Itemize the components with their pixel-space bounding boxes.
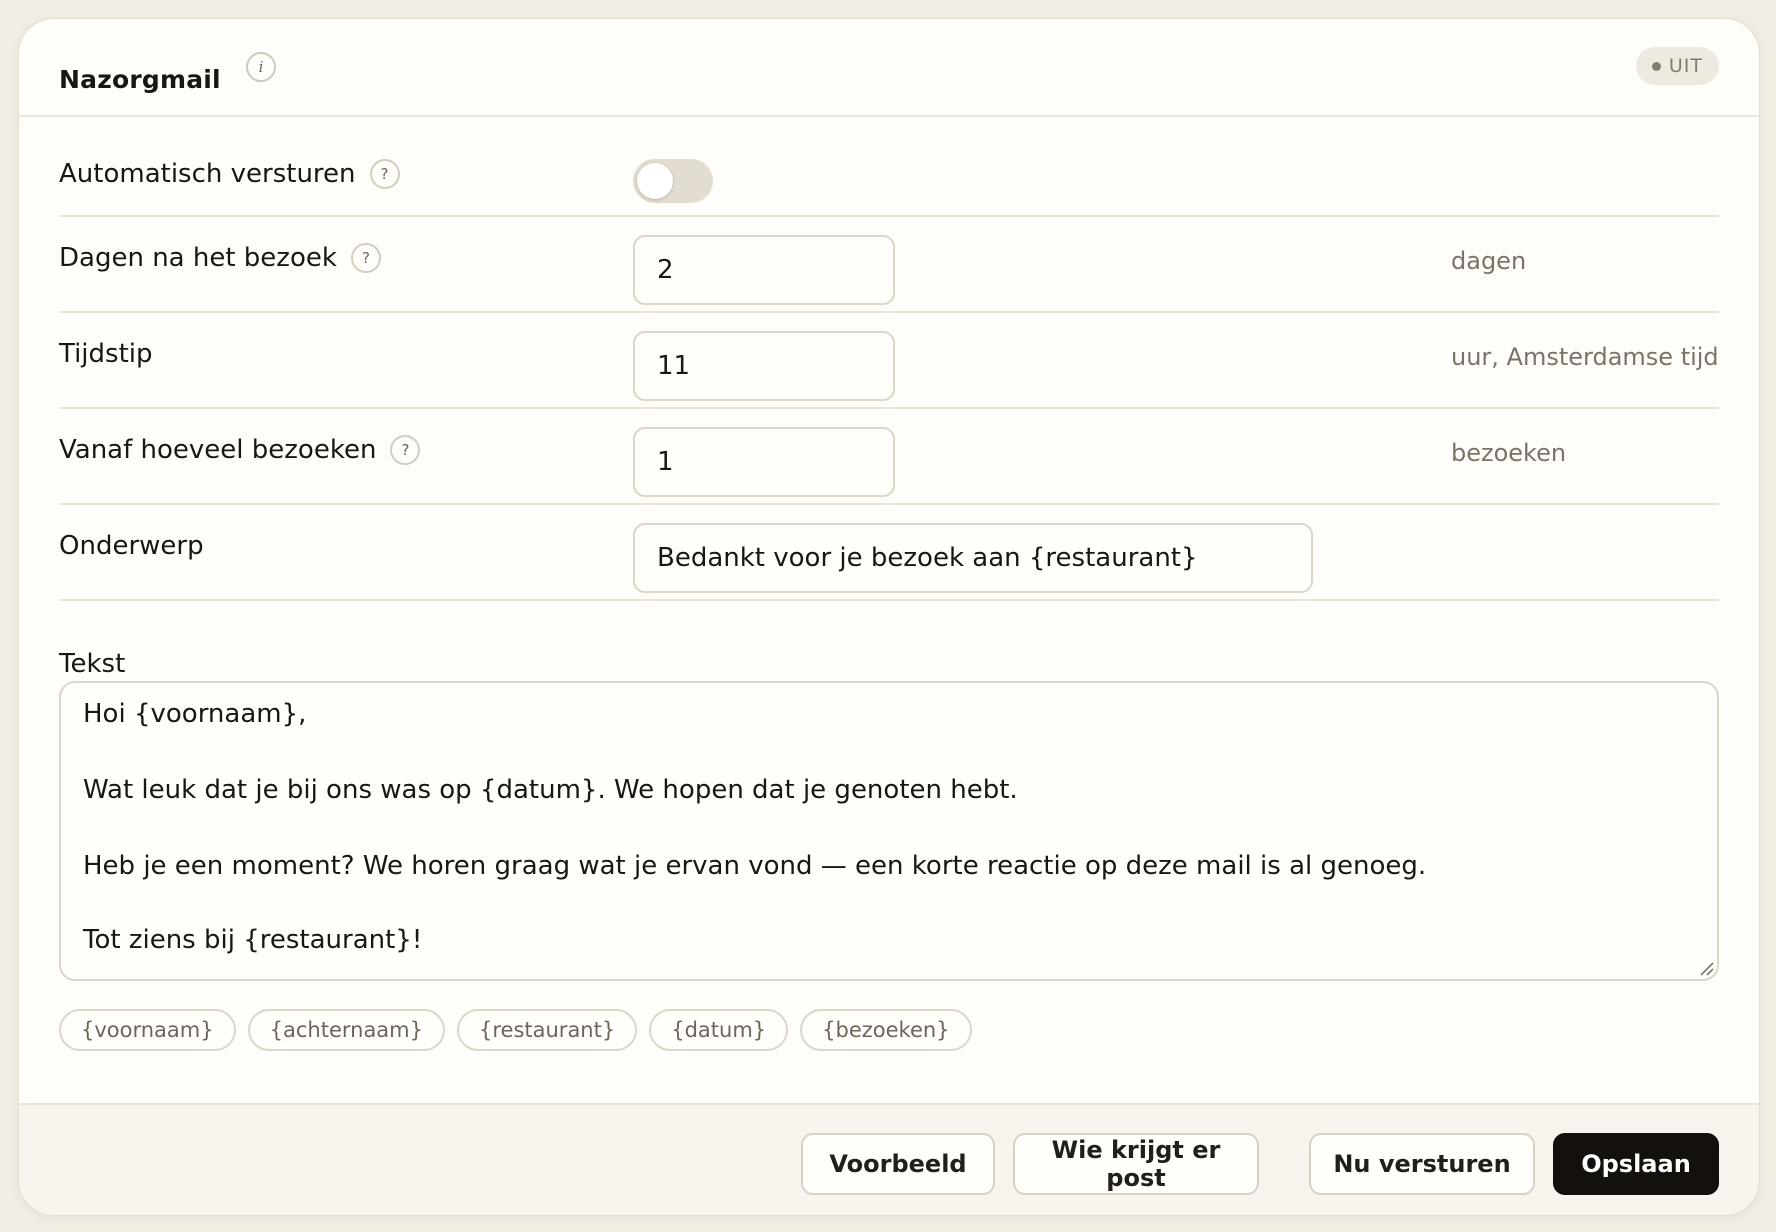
preview-button[interactable]: Voorbeeld	[801, 1133, 995, 1195]
toggle-knob	[637, 163, 673, 199]
time-label: Tijdstip	[59, 339, 153, 369]
min-visits-label-group: Vanaf hoeveel bezoeken ?	[59, 435, 421, 465]
resize-handle-icon[interactable]	[1699, 961, 1715, 977]
body-line-greeting: Hoi {voornaam},	[83, 699, 307, 729]
chip-bezoeken[interactable]: {bezoeken}	[800, 1009, 972, 1051]
info-icon[interactable]: i	[246, 52, 276, 82]
subject-label-group: Onderwerp	[59, 531, 204, 561]
card-header: Nazorgmail i UIT	[19, 19, 1759, 117]
body-line-feedback: Heb je een moment? We horen graag wat je…	[83, 851, 1427, 881]
body-text-label: Tekst	[59, 649, 126, 679]
chip-achternaam[interactable]: {achternaam}	[247, 1009, 445, 1051]
status-dot	[1651, 61, 1661, 71]
body-line-intro: Wat leuk dat je bij ons was op {datum}. …	[83, 775, 1018, 805]
time-input[interactable]: 11	[633, 331, 895, 401]
recipients-button[interactable]: Wie krijgt er post	[1013, 1133, 1259, 1195]
body-textarea[interactable]: Hoi {voornaam}, Wat leuk dat je bij ons …	[59, 681, 1719, 981]
body-line-closing: Tot ziens bij {restaurant}!	[83, 925, 423, 955]
status-badge: UIT	[1635, 47, 1719, 85]
min-visits-unit: bezoeken	[1451, 439, 1567, 467]
row-auto-send: Automatisch versturen ?	[59, 115, 1719, 217]
placeholder-chips: {voornaam} {achternaam} {restaurant} {da…	[59, 1009, 972, 1051]
card-footer: Voorbeeld Wie krijgt er post Nu versture…	[19, 1103, 1759, 1215]
send-now-button[interactable]: Nu versturen	[1309, 1133, 1535, 1195]
auto-send-label: Automatisch versturen	[59, 159, 356, 189]
subject-label: Onderwerp	[59, 531, 204, 561]
status-label: UIT	[1668, 55, 1703, 77]
auto-send-label-group: Automatisch versturen ?	[59, 159, 400, 189]
min-visits-input[interactable]: 1	[633, 427, 895, 497]
chip-voornaam[interactable]: {voornaam}	[59, 1009, 236, 1051]
card-title: Nazorgmail	[59, 65, 221, 94]
time-unit: uur, Amsterdamse tijd	[1451, 343, 1719, 371]
save-button[interactable]: Opslaan	[1553, 1133, 1719, 1195]
chip-restaurant[interactable]: {restaurant}	[457, 1009, 638, 1051]
auto-send-help-icon[interactable]: ?	[369, 159, 400, 189]
days-after-input[interactable]: 2	[633, 235, 895, 305]
min-visits-help-icon[interactable]: ?	[390, 435, 421, 465]
time-label-group: Tijdstip	[59, 339, 153, 369]
chip-datum[interactable]: {datum}	[649, 1009, 789, 1051]
days-after-label: Dagen na het bezoek	[59, 243, 337, 273]
days-after-help-icon[interactable]: ?	[350, 243, 381, 273]
days-after-unit: dagen	[1451, 247, 1527, 275]
min-visits-label: Vanaf hoeveel bezoeken	[59, 435, 377, 465]
days-after-label-group: Dagen na het bezoek ?	[59, 243, 381, 273]
subject-input[interactable]: Bedankt voor je bezoek aan {restaurant}	[633, 523, 1313, 593]
nazorgmail-card: Nazorgmail i UIT Automatisch versturen ?…	[18, 18, 1760, 1216]
auto-send-toggle[interactable]	[633, 159, 713, 203]
